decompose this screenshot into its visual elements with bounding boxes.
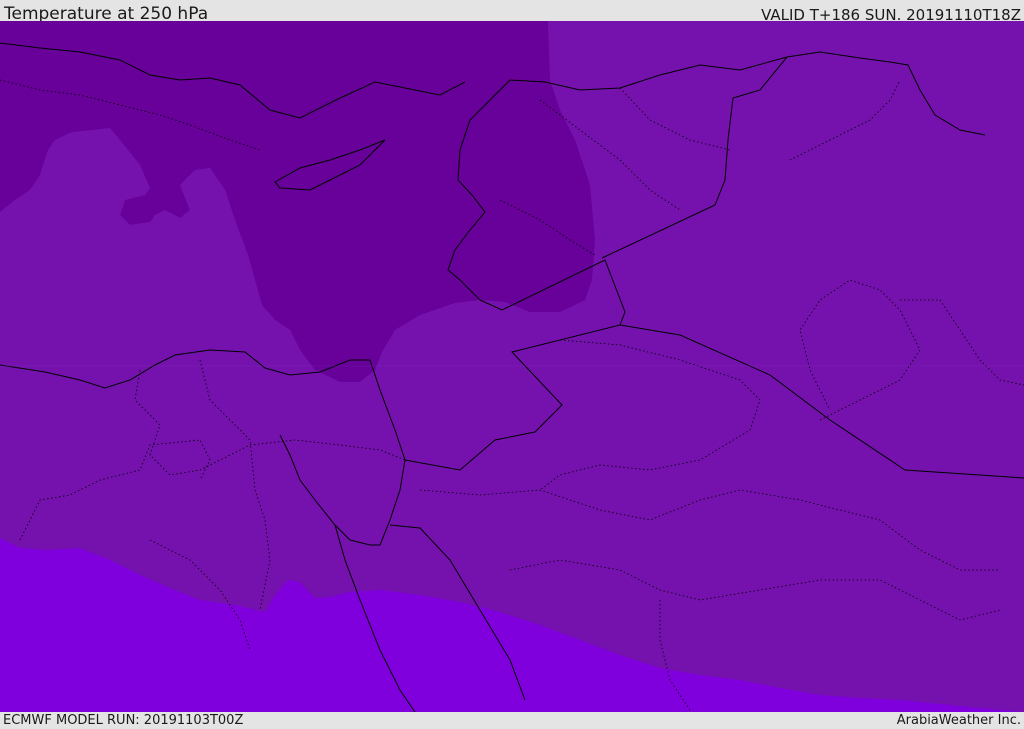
footer-bar: ECMWF MODEL RUN: 20191103T00Z ArabiaWeat… xyxy=(0,712,1024,729)
model-run-label: ECMWF MODEL RUN: 20191103T00Z xyxy=(3,713,244,728)
header-bar: Temperature at 250 hPa VALID T+186 SUN. … xyxy=(0,0,1024,24)
credit-label: ArabiaWeather Inc. xyxy=(896,713,1021,728)
temperature-map[interactable] xyxy=(0,21,1024,712)
map-canvas xyxy=(0,21,1024,712)
